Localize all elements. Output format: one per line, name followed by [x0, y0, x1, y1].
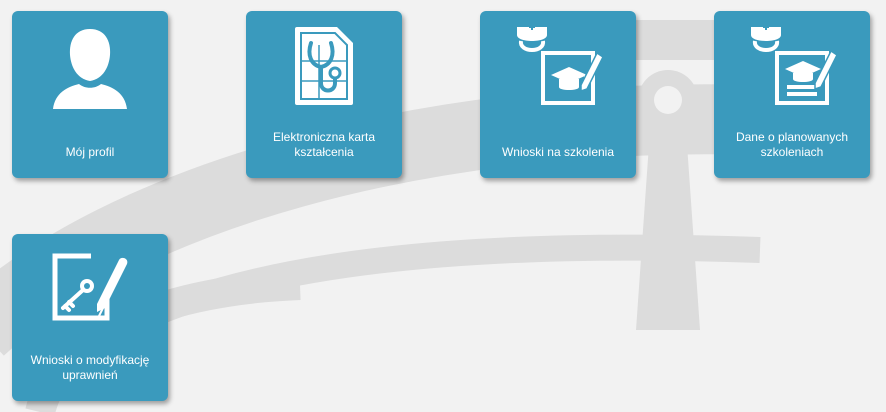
tile-permission-modification-requests[interactable]: Wnioski o modyfikację uprawnień — [12, 234, 168, 401]
tile-label: Wnioski o modyfikację uprawnień — [30, 353, 150, 382]
key-document-pen-icon — [12, 246, 168, 346]
nurse-cap-plan-icon — [714, 23, 870, 123]
tile-electronic-training-card[interactable]: Elektroniczna karta kształcenia — [246, 11, 402, 178]
user-silhouette-icon — [12, 23, 168, 123]
nurse-cap-certificate-icon — [480, 23, 636, 123]
tile-label: Wnioski na szkolenia — [501, 145, 615, 159]
tile-label: Elektroniczna karta kształcenia — [272, 130, 376, 159]
tile-planned-trainings-data[interactable]: Dane o planowanych szkoleniach — [714, 11, 870, 178]
tile-label: Dane o planowanych szkoleniach — [735, 130, 849, 159]
tile-label: Mój profil — [65, 145, 115, 159]
tile-my-profile[interactable]: Mój profil — [12, 11, 168, 178]
sim-card-stethoscope-icon — [246, 23, 402, 123]
tile-training-applications[interactable]: Wnioski na szkolenia — [480, 11, 636, 178]
